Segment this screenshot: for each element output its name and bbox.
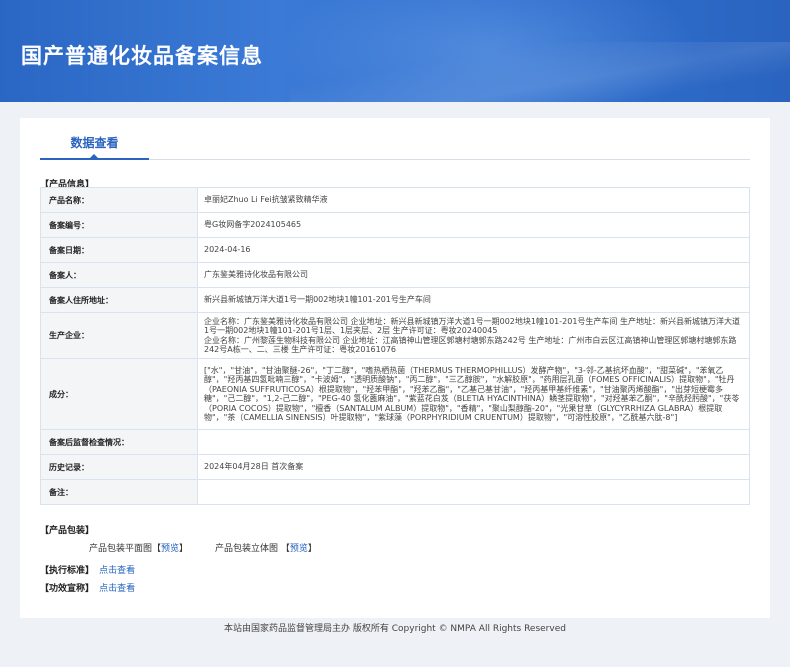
main-panel: 数据查看 【产品信息】 产品名称： 卓丽妃Zhuo Li Fei抗皱紧致精华液 … — [20, 118, 770, 618]
packaging-flat-label: 产品包装平面图 — [89, 544, 153, 554]
row-key: 备案编号： — [40, 212, 198, 238]
row-value: 广东鉴美雅诗化妆品有限公司 — [197, 262, 750, 288]
efficacy-view-link[interactable]: 点击查看 — [99, 584, 135, 594]
row-key: 备案人： — [40, 262, 198, 288]
row-key: 备注： — [40, 479, 198, 505]
row-value: ["水"，"甘油"，"甘油聚醚-26"，"丁二醇"，"嗜热栖热菌（THERMUS… — [197, 358, 750, 430]
packaging-solid-label: 产品包装立体图 — [215, 544, 279, 554]
bracket-close: 】 — [307, 544, 317, 554]
table-row: 成分： ["水"，"甘油"，"甘油聚醚-26"，"丁二醇"，"嗜热栖热菌（THE… — [40, 358, 750, 430]
row-key: 生产企业： — [40, 312, 198, 359]
table-row: 备案日期： 2024-04-16 — [40, 237, 750, 263]
row-value: 新兴县新城镇万洋大道1号一期002地块1幢101-201号生产车间 — [197, 287, 750, 313]
row-value — [197, 479, 750, 505]
tab-caret-icon — [89, 154, 99, 159]
preview-solid-link[interactable]: 预览 — [290, 544, 308, 554]
bracket-close: 】 — [179, 544, 189, 554]
table-row: 产品名称： 卓丽妃Zhuo Li Fei抗皱紧致精华液 — [40, 187, 750, 213]
standard-label: 【执行标准】 — [40, 566, 95, 576]
preview-flat-link[interactable]: 预览 — [161, 544, 179, 554]
row-key: 备案人住所地址： — [40, 287, 198, 313]
row-value: 2024年04月28日 首次备案 — [197, 454, 750, 480]
bracket-open: 【 — [152, 544, 162, 554]
row-value: 粤G妆网备字2024105465 — [197, 212, 750, 238]
section-standard: 【执行标准】 点击查看 — [40, 563, 135, 576]
header-banner: 国产普通化妆品备案信息 — [0, 0, 790, 102]
row-key: 产品名称： — [40, 187, 198, 213]
table-row: 历史记录： 2024年04月28日 首次备案 — [40, 454, 750, 480]
packaging-flat: 产品包装平面图【预览】 — [89, 541, 188, 554]
efficacy-label: 【功效宣称】 — [40, 584, 95, 594]
row-value — [197, 429, 750, 455]
table-row: 备案编号： 粤G妆网备字2024105465 — [40, 212, 750, 238]
table-row: 备案后监督检查情况： — [40, 429, 750, 455]
row-key: 历史记录： — [40, 454, 198, 480]
section-efficacy: 【功效宣称】 点击查看 — [40, 581, 135, 594]
bracket-open: 【 — [280, 544, 290, 554]
product-info-table: 产品名称： 卓丽妃Zhuo Li Fei抗皱紧致精华液 备案编号： 粤G妆网备字… — [40, 187, 750, 505]
row-key: 备案后监督检查情况： — [40, 429, 198, 455]
section-packaging: 【产品包装】 — [40, 526, 95, 536]
packaging-solid: 产品包装立体图 【预览】 — [215, 541, 317, 554]
page-title: 国产普通化妆品备案信息 — [21, 44, 263, 68]
standard-view-link[interactable]: 点击查看 — [99, 566, 135, 576]
row-value: 卓丽妃Zhuo Li Fei抗皱紧致精华液 — [197, 187, 750, 213]
table-row: 备案人： 广东鉴美雅诗化妆品有限公司 — [40, 262, 750, 288]
footer-copyright: 本站由国家药品监督管理局主办 版权所有 Copyright © NMPA All… — [224, 624, 566, 634]
table-row: 备注： — [40, 479, 750, 505]
row-key: 备案日期： — [40, 237, 198, 263]
row-key: 成分： — [40, 358, 198, 430]
row-value: 2024-04-16 — [197, 237, 750, 263]
row-value: 企业名称：广东鉴美雅诗化妆品有限公司 企业地址：新兴县新城镇万洋大道1号一期00… — [197, 312, 750, 359]
table-row: 备案人住所地址： 新兴县新城镇万洋大道1号一期002地块1幢101-201号生产… — [40, 287, 750, 313]
table-row: 生产企业： 企业名称：广东鉴美雅诗化妆品有限公司 企业地址：新兴县新城镇万洋大道… — [40, 312, 750, 359]
